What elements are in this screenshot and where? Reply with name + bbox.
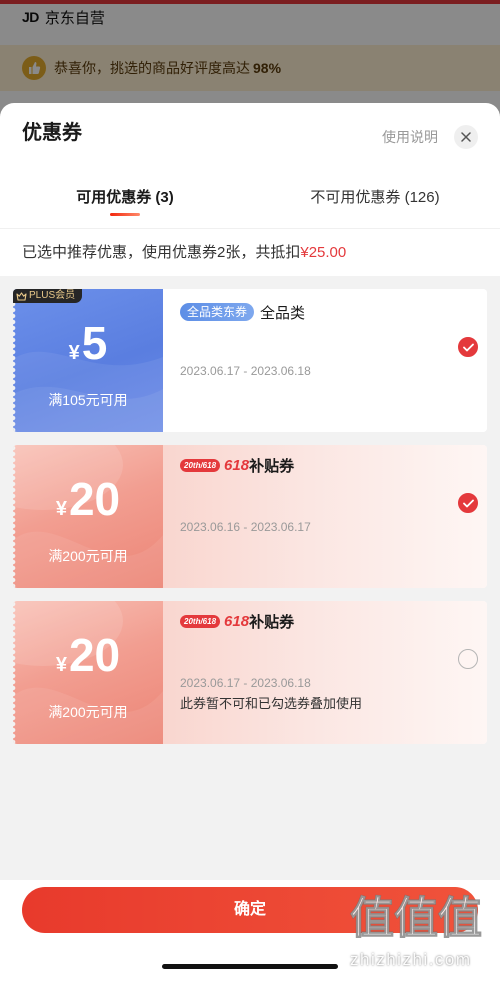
coupon-title-row: 20th/618 618 补贴券	[180, 457, 295, 475]
tab-unavailable-coupons[interactable]: 不可用优惠券 (126)	[250, 183, 500, 213]
home-indicator	[162, 964, 338, 969]
coupon-select-checkbox[interactable]	[458, 649, 478, 669]
coupon-condition: 满200元可用	[48, 704, 128, 720]
close-icon	[461, 132, 471, 142]
tab-available-coupons[interactable]: 可用优惠券 (3)	[0, 183, 250, 213]
coupon-details: 20th/618 618 补贴券 2023.06.16 - 2023.06.17	[163, 445, 487, 588]
coupon-amount: ¥20	[13, 627, 163, 683]
anniversary-618-logo: 20th/618	[180, 459, 221, 472]
summary-text: 已选中推荐优惠，使用优惠券2张，共抵扣	[22, 244, 301, 261]
checkmark-icon	[462, 499, 474, 507]
coupon-value: 5	[81, 317, 108, 369]
watermark: 值值值 zhizhizhi.com	[350, 893, 492, 969]
anniversary-618-logo: 20th/618	[180, 615, 221, 628]
coupon-card[interactable]: ¥20 满200元可用 20th/618 618 补贴券 2023.06.17 -…	[13, 601, 487, 744]
coupon-title-row: 20th/618 618 补贴券	[180, 613, 295, 631]
coupon-condition: 满200元可用	[48, 548, 128, 564]
active-tab-indicator	[110, 213, 140, 216]
coupon-select-checkbox[interactable]	[458, 493, 478, 513]
watermark-domain: zhizhizhi.com	[350, 950, 472, 969]
coupon-type-tag: 全品类东券	[180, 303, 255, 321]
plus-badge-label: PLUS会员	[29, 290, 76, 301]
coupon-sheet: 优惠券 使用说明 可用优惠券 (3) 不可用优惠券 (126) 已选中推荐优惠，…	[0, 103, 500, 981]
checkmark-icon	[462, 343, 474, 351]
coupon-title: 补贴券	[249, 614, 295, 631]
coupon-title: 补贴券	[249, 458, 295, 475]
coupon-date-range: 2023.06.17 - 2023.06.18	[180, 364, 311, 378]
coupon-title-highlight: 618	[224, 457, 250, 474]
currency-symbol: ¥	[55, 498, 67, 520]
coupon-details: 20th/618 618 补贴券 2023.06.17 - 2023.06.18 …	[163, 601, 487, 744]
coupon-date-range: 2023.06.17 - 2023.06.18	[180, 676, 311, 690]
sheet-title: 优惠券	[22, 122, 82, 144]
coupon-value-stub: ¥20 满200元可用	[13, 445, 163, 588]
selection-summary: 已选中推荐优惠，使用优惠券2张，共抵扣¥25.00	[22, 229, 346, 276]
usage-instructions-link[interactable]: 使用说明	[382, 127, 438, 147]
coupon-card[interactable]: PLUS会员 ¥5 满105元可用 全品类东券 全品类 2023.06.17 -…	[13, 289, 487, 432]
coupon-value: 20	[68, 629, 121, 681]
coupon-date-range: 2023.06.16 - 2023.06.17	[180, 520, 311, 534]
coupon-stacking-note: 此券暂不可和已勾选券叠加使用	[180, 696, 363, 711]
coupon-value-stub: ¥20 满200元可用	[13, 601, 163, 744]
coupon-condition: 满105元可用	[48, 392, 128, 408]
coupon-value-stub: PLUS会员 ¥5 满105元可用	[13, 289, 163, 432]
plus-member-badge: PLUS会员	[13, 289, 83, 303]
crown-icon	[16, 291, 27, 301]
coupon-title-highlight: 618	[224, 613, 250, 630]
currency-symbol: ¥	[55, 654, 67, 676]
coupon-details: 全品类东券 全品类 2023.06.17 - 2023.06.18	[163, 289, 487, 432]
coupon-value: 20	[68, 473, 121, 525]
coupon-card[interactable]: ¥20 满200元可用 20th/618 618 补贴券 2023.06.16 -…	[13, 445, 487, 588]
coupon-amount: ¥5	[13, 315, 163, 371]
coupon-amount: ¥20	[13, 471, 163, 527]
currency-symbol: ¥	[68, 342, 80, 364]
coupon-name: 全品类	[260, 304, 306, 322]
coupon-title-row: 全品类东券 全品类	[180, 303, 306, 322]
coupon-list: PLUS会员 ¥5 满105元可用 全品类东券 全品类 2023.06.17 -…	[0, 276, 500, 880]
summary-amount: ¥25.00	[300, 244, 347, 261]
coupon-tabs: 可用优惠券 (3) 不可用优惠券 (126)	[0, 183, 500, 213]
coupon-select-checkbox[interactable]	[458, 337, 478, 357]
close-button[interactable]	[454, 125, 478, 149]
watermark-mark: 值值值	[350, 894, 483, 944]
